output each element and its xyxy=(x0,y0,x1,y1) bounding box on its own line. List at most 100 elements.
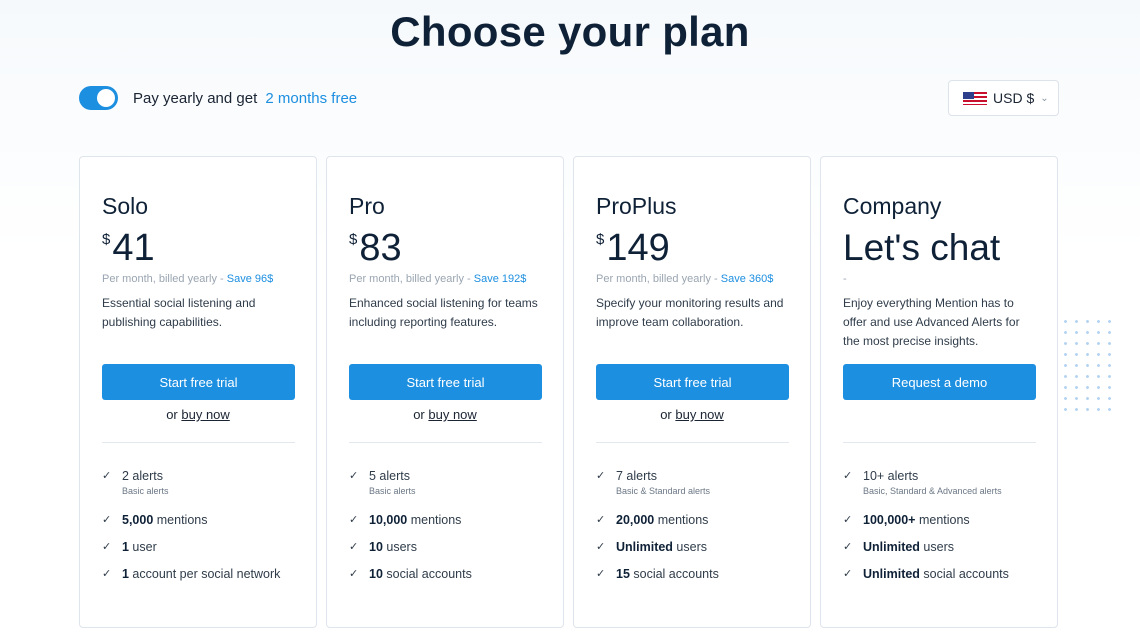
billing-note: Per month, billed yearly - Save 96$ xyxy=(102,273,273,285)
check-icon: ✓ xyxy=(349,514,359,526)
buy-now-row: or buy now xyxy=(327,407,563,422)
feature-item: ✓ Unlimited users xyxy=(843,540,1043,567)
feature-item: ✓ 5 alerts Basic alerts xyxy=(349,469,549,513)
feature-text: mentions xyxy=(153,513,208,527)
feature-bold: 10 xyxy=(369,540,383,554)
buy-now-row: or buy now xyxy=(574,407,810,422)
check-icon: ✓ xyxy=(349,541,359,553)
start-free-trial-button[interactable]: Start free trial xyxy=(102,364,295,400)
feature-list: ✓ 10+ alerts Basic, Standard & Advanced al… xyxy=(843,469,1043,581)
divider xyxy=(596,442,789,443)
feature-text: 2 alerts xyxy=(122,469,163,483)
feature-item: ✓ 1 user xyxy=(102,540,302,567)
plan-price: $ 41 xyxy=(102,229,155,267)
us-flag-icon xyxy=(963,91,987,105)
check-icon: ✓ xyxy=(596,470,606,482)
feature-bold: Unlimited xyxy=(616,540,673,554)
feature-text: users xyxy=(382,540,417,554)
feature-item: ✓ 2 alerts Basic alerts xyxy=(102,469,302,513)
feature-text: 5 alerts xyxy=(369,469,410,483)
feature-item: ✓ 10 users xyxy=(349,540,549,567)
plan-card-solo: Solo $ 41 Per month, billed yearly - Sav… xyxy=(79,156,317,628)
check-icon: ✓ xyxy=(102,470,112,482)
feature-bold: Unlimited xyxy=(863,540,920,554)
billing-note: Per month, billed yearly - Save 192$ xyxy=(349,273,526,285)
plan-headline: Let's chat xyxy=(843,227,1001,268)
billing-toggle-text: Pay yearly and get xyxy=(133,89,258,107)
buy-now-link[interactable]: buy now xyxy=(181,407,229,422)
check-icon: ✓ xyxy=(843,470,853,482)
plan-name: ProPlus xyxy=(596,193,677,219)
check-icon: ✓ xyxy=(102,514,112,526)
check-icon: ✓ xyxy=(102,541,112,553)
feature-item: ✓ 10 social accounts xyxy=(349,567,549,581)
feature-bold: 1 xyxy=(122,567,129,581)
savings-text: Save 360$ xyxy=(720,273,774,285)
plan-name: Company xyxy=(843,193,942,219)
buy-now-link[interactable]: buy now xyxy=(428,407,476,422)
feature-text: account per social network xyxy=(128,567,281,581)
feature-text: mentions xyxy=(654,513,709,527)
plan-price: $ 83 xyxy=(349,229,402,267)
plan-description: Enhanced social listening for teams incl… xyxy=(349,296,538,329)
divider xyxy=(349,442,542,443)
check-icon: ✓ xyxy=(843,541,853,553)
feature-bold: 10,000 xyxy=(369,513,408,527)
start-free-trial-button[interactable]: Start free trial xyxy=(349,364,542,400)
feature-list: ✓ 5 alerts Basic alerts ✓ 10,000 mentions ✓… xyxy=(349,469,549,581)
divider xyxy=(102,442,295,443)
plan-description: Essential social listening and publishin… xyxy=(102,296,256,329)
feature-item: ✓ 7 alerts Basic & Standard alerts xyxy=(596,469,796,513)
plan-card-company: Company Let's chat - Enjoy everything Me… xyxy=(820,156,1058,628)
page-title: Choose your plan xyxy=(390,8,750,55)
currency-symbol: $ xyxy=(596,231,605,248)
currency-symbol: $ xyxy=(102,231,111,248)
plan-price: $ 149 xyxy=(596,229,670,267)
savings-text: Save 192$ xyxy=(473,273,527,285)
feature-text: social accounts xyxy=(919,567,1009,581)
check-icon: ✓ xyxy=(102,568,112,580)
divider xyxy=(843,442,1036,443)
currency-selector[interactable]: USD $ ⌄ xyxy=(948,80,1059,116)
chevron-down-icon: ⌄ xyxy=(1040,92,1049,104)
feature-sub: Basic alerts xyxy=(122,486,169,496)
feature-text: mentions xyxy=(915,513,970,527)
buy-now-link[interactable]: buy now xyxy=(675,407,723,422)
billing-toggle-row: Pay yearly and get 2 months free xyxy=(79,86,357,110)
feature-text: mentions xyxy=(407,513,462,527)
feature-sub: Basic alerts xyxy=(369,486,416,496)
price-value: 83 xyxy=(359,227,402,269)
check-icon: ✓ xyxy=(349,568,359,580)
plan-description: Enjoy everything Mention has to offer an… xyxy=(843,296,1020,348)
feature-text: users xyxy=(919,540,954,554)
feature-item: ✓ 5,000 mentions xyxy=(102,513,302,540)
feature-sub: Basic & Standard alerts xyxy=(616,486,711,496)
or-text: or xyxy=(166,407,178,422)
feature-item: ✓ 10+ alerts Basic, Standard & Advanced al… xyxy=(843,469,1043,513)
plan-card-proplus: ProPlus $ 149 Per month, billed yearly -… xyxy=(573,156,811,628)
feature-bold: 5,000 xyxy=(122,513,154,527)
plan-name: Solo xyxy=(102,193,149,219)
check-icon: ✓ xyxy=(843,514,853,526)
or-text: or xyxy=(660,407,672,422)
feature-item: ✓ 100,000+ mentions xyxy=(843,513,1043,540)
feature-bold: 1 xyxy=(122,540,129,554)
feature-text: 10+ alerts xyxy=(863,469,919,483)
billing-toggle-highlight: 2 months free xyxy=(265,89,358,107)
billing-toggle-label: Pay yearly and get 2 months free xyxy=(133,90,357,107)
start-free-trial-button[interactable]: Start free trial xyxy=(596,364,789,400)
plan-name: Pro xyxy=(349,193,385,219)
or-text: or xyxy=(413,407,425,422)
feature-item: ✓ 10,000 mentions xyxy=(349,513,549,540)
price-value: 41 xyxy=(112,227,155,269)
check-icon: ✓ xyxy=(596,541,606,553)
billing-text: Per month, billed yearly - xyxy=(102,273,224,285)
feature-list: ✓ 2 alerts Basic alerts ✓ 5,000 mentions ✓ 1… xyxy=(102,469,302,581)
currency-symbol: $ xyxy=(349,231,358,248)
feature-text: social accounts xyxy=(629,567,719,581)
feature-bold: 15 xyxy=(616,567,630,581)
feature-bold: Unlimited xyxy=(863,567,920,581)
check-icon: ✓ xyxy=(596,514,606,526)
request-demo-button[interactable]: Request a demo xyxy=(843,364,1036,400)
yearly-billing-toggle[interactable] xyxy=(79,86,118,110)
